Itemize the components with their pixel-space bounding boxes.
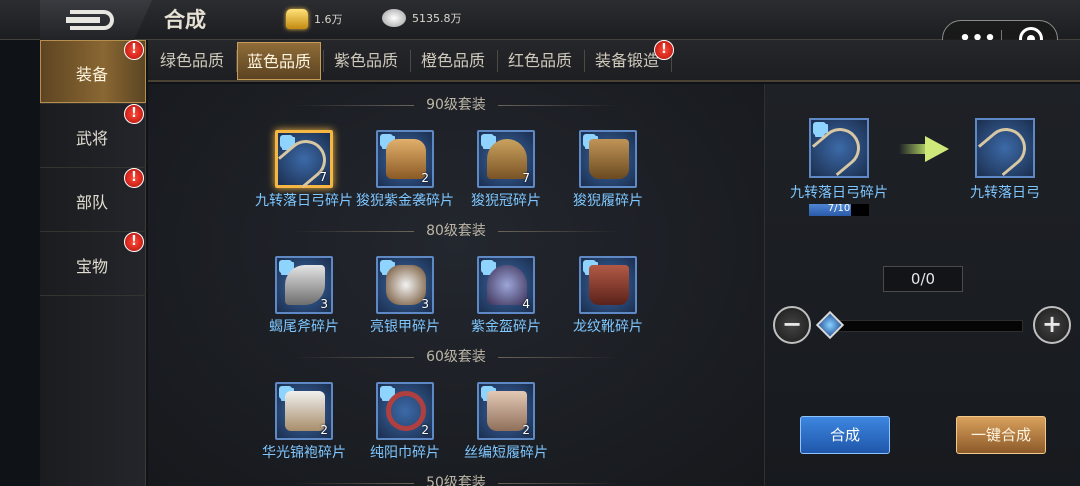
fragment-item[interactable]: 2 丝编短履碎片 [454,382,558,468]
top-bar: 合成 1.6万 5135.8万 [0,0,1080,40]
fragment-item[interactable]: 2 纯阳巾碎片 [353,382,457,468]
fragment-item[interactable]: 3 蝎尾斧碎片 [252,256,356,342]
fragment-item[interactable]: 2 华光锦袍碎片 [252,382,356,468]
fragment-frame: 4 [477,256,535,314]
quantity-slider-track[interactable] [829,320,1023,332]
source-fragment-frame [809,118,869,178]
tab-blue-quality[interactable]: 蓝色品质 [237,42,321,80]
silver-currency: 5135.8万 [382,9,462,27]
tab-purple-quality[interactable]: 紫色品质 [324,42,408,80]
result-item-frame [975,118,1035,178]
fragment-count: 2 [421,423,429,437]
tab-green-quality[interactable]: 绿色品质 [150,42,234,80]
fragment-frame: 7 [275,130,335,189]
sidebar-item-label: 宝物 [75,257,108,276]
fragment-item[interactable]: 7 九转落日弓碎片 [252,130,356,216]
craft-button[interactable]: 合成 [800,416,890,454]
fragment-grid[interactable]: 90级套装 7 九转落日弓碎片 2 狻猊紫金袭碎片 7 狻猊冠碎片 狻猊履碎片 … [148,84,764,486]
fragment-count: 7 [319,170,327,184]
sidebar-item-label: 武将 [75,129,108,148]
fragment-name: 狻猊履碎片 [573,193,643,209]
armor-icon [386,265,426,305]
craft-panel: 九转落日弓碎片 7/10 九转落日弓 0/0 − + 合成 一键合成 [764,84,1080,486]
fragment-frame: 2 [275,382,333,440]
increase-button[interactable]: + [1033,306,1071,344]
fragment-item[interactable]: 2 狻猊紫金袭碎片 [353,130,457,216]
fragment-count: 3 [320,297,328,311]
section-title: 50级套装 [148,472,764,486]
gold-ingot-icon [286,9,308,29]
fragment-name: 龙纹靴碎片 [573,319,643,335]
quality-tabs: 绿色品质 蓝色品质 紫色品质 橙色品质 红色品质 装备锻造 [148,40,1080,82]
fragment-frame: 3 [275,256,333,314]
silver-coin-icon [382,9,406,27]
fragment-frame: 2 [376,130,434,188]
arrow-right-icon [899,134,953,164]
helmet-icon [487,265,527,305]
silver-amount: 5135.8万 [412,12,462,25]
tab-orange-quality[interactable]: 橙色品质 [411,42,495,80]
fragment-frame: 7 [477,130,535,188]
fragment-count: 3 [421,297,429,311]
robe-icon [285,391,325,431]
section-title: 60级套装 [148,346,764,366]
gold-currency: 1.6万 [286,9,343,29]
fragment-frame: 2 [477,382,535,440]
section-title: 80级套装 [148,220,764,240]
fragment-count: 2 [421,171,429,185]
sidebar-item-label: 部队 [75,193,108,212]
fragment-count: 2 [320,423,328,437]
fragment-item[interactable]: 3 亮银甲碎片 [353,256,457,342]
quantity-slider-handle[interactable] [815,310,845,340]
back-button[interactable] [40,0,152,40]
fragment-name: 丝编短履碎片 [464,445,548,461]
fragment-item[interactable]: 龙纹靴碎片 [556,256,660,342]
fragment-item[interactable]: 4 紫金盔碎片 [454,256,558,342]
section-title: 90级套装 [148,94,764,114]
boots-icon [589,265,629,305]
fragment-frame: 2 [376,382,434,440]
sidebar-item-label: 装备 [75,65,108,84]
craft-all-button[interactable]: 一键合成 [956,416,1046,454]
armor-icon [386,139,426,179]
alert-badge-icon: ! [124,104,144,124]
fragment-frame: 3 [376,256,434,314]
fragment-count: 4 [522,297,530,311]
fragment-frame [579,130,637,188]
alert-badge-icon: ! [124,168,144,188]
shoes-icon [487,391,527,431]
fragment-item[interactable]: 狻猊履碎片 [556,130,660,216]
tab-red-quality[interactable]: 红色品质 [498,42,582,80]
gold-amount: 1.6万 [314,13,343,26]
fragment-frame [579,256,637,314]
alert-badge-icon: ! [124,40,144,60]
helmet-icon [487,139,527,179]
page-title: 合成 [164,8,206,32]
fragment-progress-bar: 7/10 [809,203,869,216]
scarf-icon [386,391,426,431]
decrease-button[interactable]: − [773,306,811,344]
bow-icon [977,119,1035,177]
back-icon [66,10,114,30]
boots-icon [589,139,629,179]
result-item-name: 九转落日弓 [970,185,1040,201]
fragment-count: 2 [522,423,530,437]
fragment-count: 7 [522,171,530,185]
fragment-item[interactable]: 7 狻猊冠碎片 [454,130,558,216]
quantity-display: 0/0 [883,266,963,292]
source-fragment-name: 九转落日弓碎片 [790,185,888,201]
alert-badge-icon: ! [654,40,674,60]
progress-text: 7/10 [827,203,851,214]
axe-icon [285,265,325,305]
puzzle-piece-icon [813,122,826,135]
alert-badge-icon: ! [124,232,144,252]
